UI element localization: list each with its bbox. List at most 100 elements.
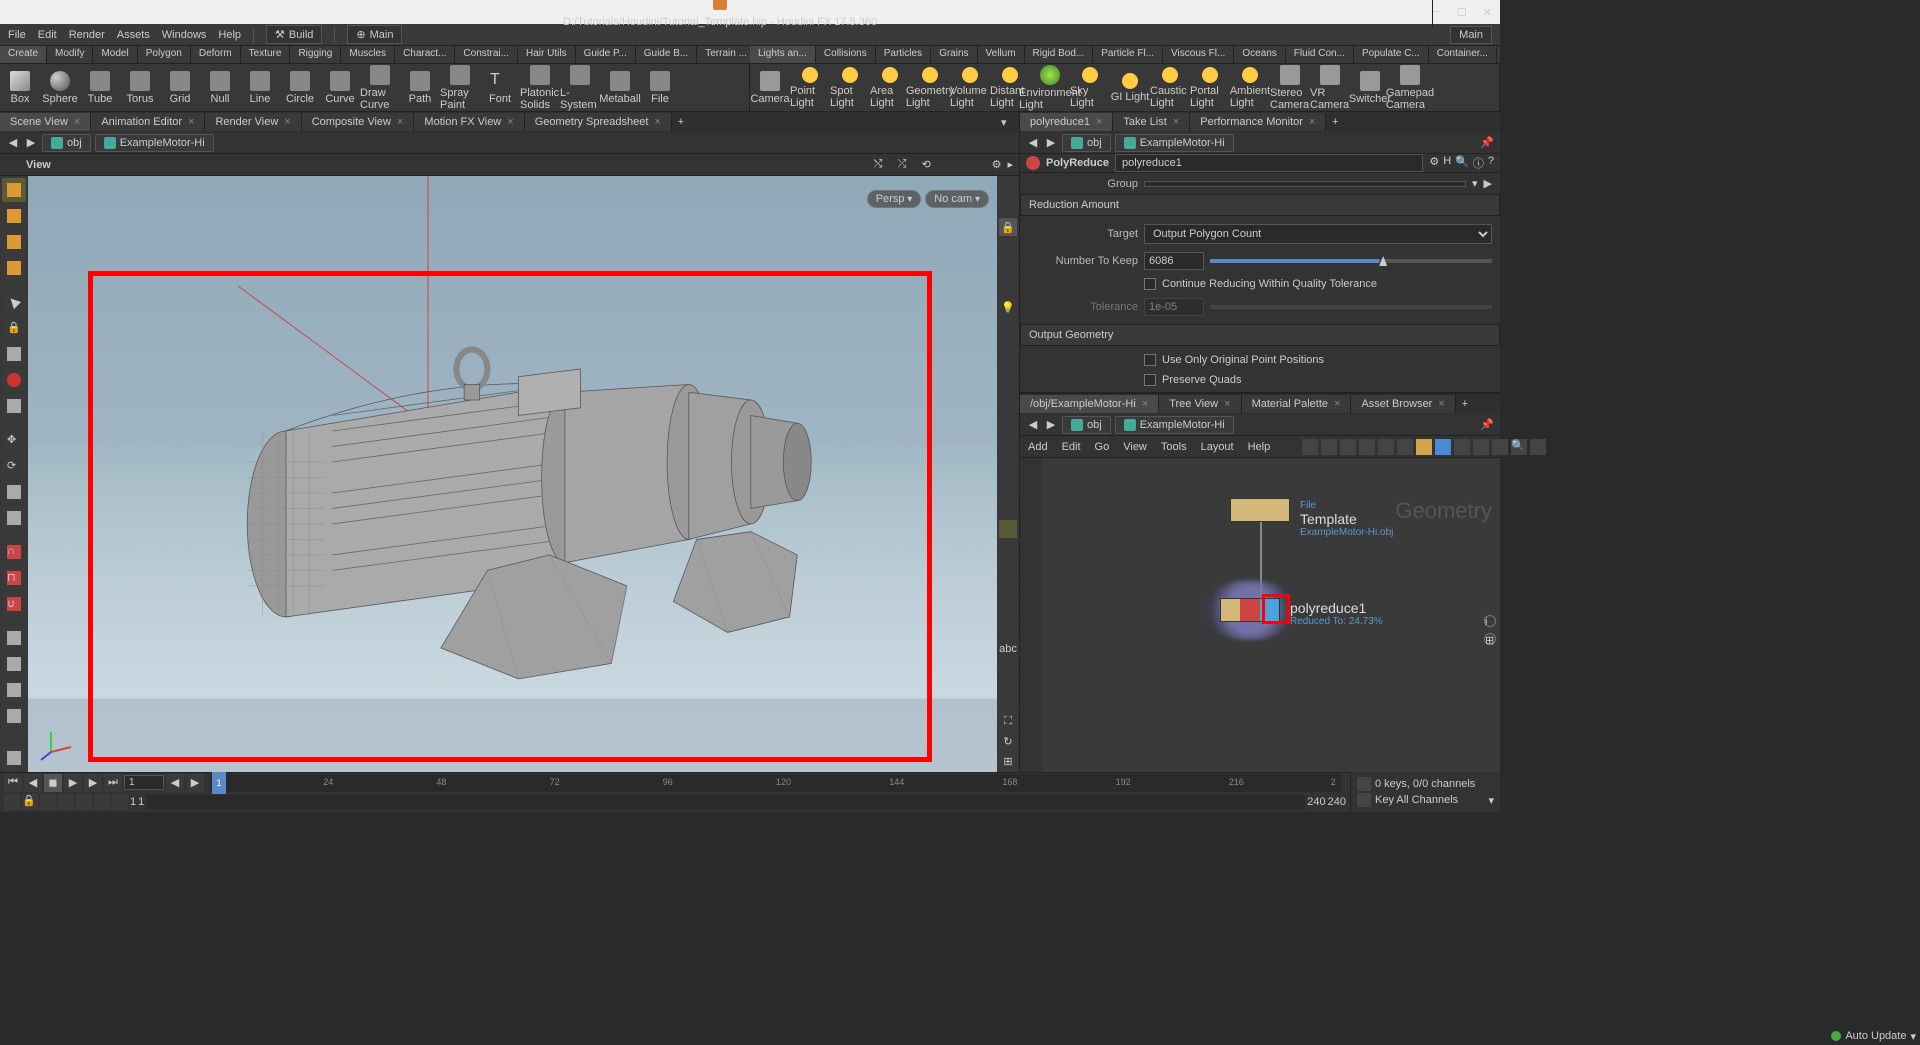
shelf-portallight[interactable]: Portal Light	[1190, 64, 1230, 111]
shelf-tab[interactable]: Pyro FX	[1497, 46, 1500, 63]
close-icon[interactable]: ×	[1096, 116, 1102, 128]
radial-main[interactable]: Main	[1450, 26, 1492, 44]
shelf-spraypaint[interactable]: Spray Paint	[440, 64, 480, 111]
snap-icon3[interactable]: ⟲	[922, 158, 940, 171]
net-opt-icon[interactable]	[1492, 439, 1508, 455]
timeline-cursor[interactable]: 1	[212, 772, 226, 794]
netmenu-edit[interactable]: Edit	[1062, 441, 1081, 453]
node-file[interactable]: File Template ExampleMotor-Hi.obj	[1230, 498, 1290, 522]
shelf-torus[interactable]: Torus	[120, 64, 160, 111]
range-icon[interactable]	[58, 794, 74, 810]
shelf-box[interactable]: Box	[0, 64, 40, 111]
shelf-pointlight[interactable]: Point Light	[790, 64, 830, 111]
camera-dropdown[interactable]: No cam ▾	[925, 190, 989, 208]
menu-file[interactable]: File	[8, 29, 26, 41]
end-input[interactable]: 240	[1307, 796, 1325, 808]
shelf-tab[interactable]: Charact...	[395, 46, 455, 63]
key-icon[interactable]	[1357, 793, 1371, 807]
menu-help[interactable]: Help	[218, 29, 241, 41]
net-opt-icon[interactable]	[1454, 439, 1470, 455]
disp-opt-icon[interactable]: abc	[999, 640, 1017, 658]
key-icon[interactable]	[1357, 777, 1371, 791]
shelf-lsystem[interactable]: L-System	[560, 64, 600, 111]
disp-opt-icon[interactable]	[999, 600, 1017, 618]
frame-input[interactable]: 1	[124, 775, 164, 790]
shelf-null[interactable]: Null	[200, 64, 240, 111]
shelf-tab-lights[interactable]: Lights an...	[750, 46, 816, 63]
range-icon[interactable]	[40, 794, 56, 810]
range-slider[interactable]	[146, 795, 1305, 809]
close-icon[interactable]: ×	[188, 116, 194, 128]
disp-opt-wire-icon[interactable]	[999, 520, 1017, 538]
net-search-icon[interactable]: 🔍	[1511, 439, 1527, 455]
shelf-switcher[interactable]: Switcher	[1350, 64, 1390, 111]
shelf-tab[interactable]: Modify	[47, 46, 93, 63]
close-icon[interactable]: ×	[397, 116, 403, 128]
scale-tool[interactable]	[2, 480, 26, 504]
shelf-tab[interactable]: Hair Utils	[518, 46, 576, 63]
nav-fwd-icon[interactable]: ▶	[1044, 136, 1058, 150]
disp-opt-icon[interactable]	[999, 338, 1017, 356]
shelf-grid[interactable]: Grid	[160, 64, 200, 111]
close-icon[interactable]: ×	[654, 116, 660, 128]
first-frame-button[interactable]: ⏮	[4, 774, 22, 792]
zoom-tool[interactable]	[2, 746, 26, 770]
move-tool[interactable]: ✥	[2, 428, 26, 452]
disp-opt-icon[interactable]	[999, 378, 1017, 396]
close-icon[interactable]: ×	[1224, 398, 1230, 410]
shelf-vollight[interactable]: Volume Light	[950, 64, 990, 111]
netmenu-add[interactable]: Add	[1028, 441, 1048, 453]
tab-geospread[interactable]: Geometry Spreadsheet×	[525, 113, 672, 131]
path-node[interactable]: ExampleMotor-Hi	[1115, 416, 1234, 434]
group-select-icon[interactable]: ▶	[1484, 177, 1492, 190]
netmenu-go[interactable]: Go	[1095, 441, 1110, 453]
menu-windows[interactable]: Windows	[162, 29, 207, 41]
snap-tool2[interactable]: ⊓	[2, 566, 26, 590]
tab-matpalette[interactable]: Material Palette×	[1242, 395, 1352, 413]
shelf-tab[interactable]: Fluid Con...	[1286, 46, 1354, 63]
shelf-tab[interactable]: Grains	[931, 46, 977, 63]
close-icon[interactable]: ×	[1334, 398, 1340, 410]
target-select[interactable]: Output Polygon Count	[1144, 224, 1492, 244]
shelf-tab[interactable]: Deform	[191, 46, 241, 63]
shelf-camera[interactable]: Camera	[750, 64, 790, 111]
next-key-button[interactable]: ▶	[84, 774, 102, 792]
net-opt-icon[interactable]	[1473, 439, 1489, 455]
disp-opt-icon[interactable]	[999, 540, 1017, 558]
tab-anim-editor[interactable]: Animation Editor×	[91, 113, 205, 131]
shelf-drawcurve[interactable]: Draw Curve	[360, 64, 400, 111]
shelf-tab[interactable]: Terrain ...	[697, 46, 750, 63]
add-tab-icon[interactable]: +	[672, 116, 690, 128]
group-input[interactable]	[1144, 181, 1466, 187]
nav-back-icon[interactable]: ◀	[1026, 418, 1040, 432]
shelf-platonic[interactable]: Platonic Solids	[520, 64, 560, 111]
shelf-curve[interactable]: Curve	[320, 64, 360, 111]
menu-assets[interactable]: Assets	[117, 29, 150, 41]
range-start-input[interactable]: 1	[130, 796, 136, 808]
shelf-spotlight[interactable]: Spot Light	[830, 64, 870, 111]
nav-fwd-icon[interactable]: ▶	[24, 136, 38, 150]
group-menu-icon[interactable]: ▾	[1472, 177, 1478, 190]
tab-network-path[interactable]: /obj/ExampleMotor-Hi×	[1020, 395, 1159, 413]
keyall-label[interactable]: Key All Channels	[1375, 794, 1458, 806]
shelf-line[interactable]: Line	[240, 64, 280, 111]
shelf-circle[interactable]: Circle	[280, 64, 320, 111]
menu-render[interactable]: Render	[69, 29, 105, 41]
net-opt-icon[interactable]	[1416, 439, 1432, 455]
number-slider[interactable]	[1210, 259, 1492, 263]
disp-opt-icon[interactable]	[999, 398, 1017, 416]
timeline-track[interactable]: 1 24 48 72 96 120 144 168 192 216 2	[210, 774, 1342, 792]
desktop-build[interactable]: ⚒ Build	[266, 25, 322, 44]
shelf-envlight[interactable]: Environment Light	[1030, 64, 1070, 111]
shelf-tab[interactable]: Viscous Fl...	[1163, 46, 1234, 63]
view-tool[interactable]	[2, 626, 26, 650]
gear-icon[interactable]: ⚙	[1429, 155, 1439, 171]
number-input[interactable]: 6086	[1144, 252, 1204, 270]
disp-opt-icon[interactable]	[999, 278, 1017, 296]
disp-opt-icon[interactable]	[999, 580, 1017, 598]
shelf-tab[interactable]: Vellum	[978, 46, 1025, 63]
select-tool[interactable]	[2, 290, 26, 314]
viewport-3d[interactable]: Persp ▾ No cam ▾	[28, 176, 997, 772]
disp-opt-icon[interactable]	[999, 238, 1017, 256]
range-icon[interactable]: 🔒	[22, 794, 38, 810]
